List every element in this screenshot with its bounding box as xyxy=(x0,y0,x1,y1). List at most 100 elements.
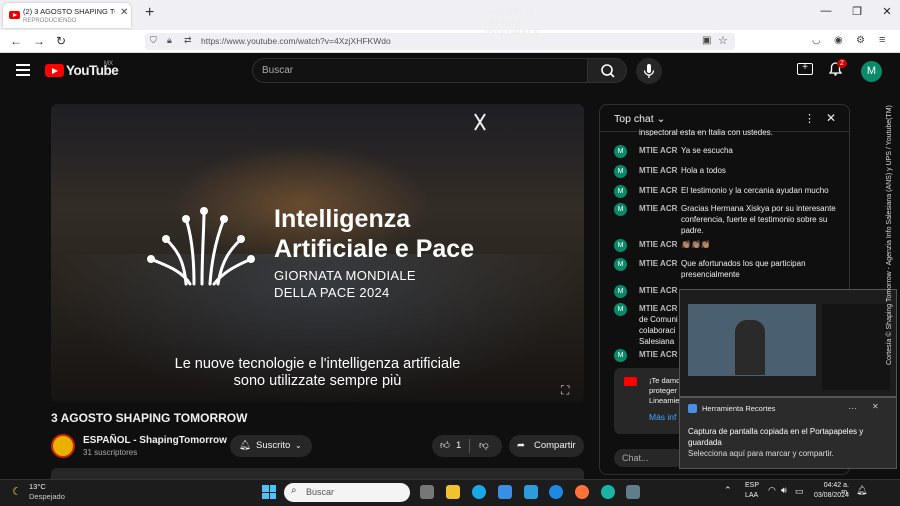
notification-center-icon[interactable]: 🔔︎ xyxy=(856,485,867,496)
browser-menu-icon[interactable]: ≡ xyxy=(879,34,885,46)
author-avatar: M xyxy=(614,165,627,178)
reload-icon[interactable]: ↻ xyxy=(56,34,66,48)
wifi-icon[interactable]: ◠ xyxy=(768,485,776,496)
thumbnail-chat xyxy=(822,304,890,390)
snip-notification[interactable]: Herramienta Recortes … ✕ Captura de pant… xyxy=(679,397,897,469)
more-options-icon[interactable]: … xyxy=(848,401,857,411)
tab-subtitle: REPRODUCIENDO xyxy=(23,18,77,24)
windows-start-icon[interactable] xyxy=(262,485,276,499)
like-dislike-group[interactable]: 👍︎ 1 👎︎ xyxy=(432,435,502,457)
weather-condition[interactable]: Despejado xyxy=(29,492,65,501)
share-button[interactable]: ➦ Compartir xyxy=(509,435,584,457)
video-heading-line-1: Intelligenza xyxy=(274,205,411,233)
search-icon xyxy=(601,64,615,78)
author-avatar: M xyxy=(614,303,627,316)
globe-app-icon[interactable] xyxy=(601,485,615,499)
author-avatar: M xyxy=(614,145,627,158)
store-icon[interactable] xyxy=(498,485,512,499)
youtube-icon xyxy=(624,377,637,386)
reader-view-icon[interactable]: ▣ xyxy=(702,35,711,46)
author-name: MTIE ACR xyxy=(639,350,678,359)
video-caption-line-2: sono utilizzate sempre più xyxy=(233,373,402,389)
clock-date[interactable]: 03/08/2024 xyxy=(811,492,849,499)
circuit-hands-logo-icon xyxy=(147,207,255,286)
more-options-icon[interactable]: ⋮ xyxy=(804,112,815,125)
share-arrow-icon: ➦ xyxy=(517,440,525,451)
user-avatar[interactable]: M xyxy=(861,61,882,82)
screenshot-thumbnail[interactable] xyxy=(679,289,897,397)
pinned-line-3: Lineamie xyxy=(649,396,680,405)
forward-icon[interactable]: → xyxy=(33,34,45,48)
keys-emblem-icon xyxy=(474,113,486,131)
thumbs-up-icon[interactable]: 👍︎ xyxy=(440,435,450,457)
author-avatar: M xyxy=(614,185,627,198)
close-chat-icon[interactable]: ✕ xyxy=(826,111,836,125)
chat-input[interactable]: Chat... xyxy=(614,449,684,467)
language-line-1[interactable]: ESP xyxy=(745,482,759,489)
author-name: MTIE ACR xyxy=(639,240,678,249)
author-avatar: M xyxy=(614,349,627,362)
extensions-icon[interactable]: ⚙ xyxy=(856,35,865,46)
search-button[interactable] xyxy=(587,58,627,83)
voice-search-button[interactable] xyxy=(636,58,662,84)
channel-name[interactable]: ESPAÑOL - ShapingTomorrow xyxy=(83,435,227,446)
browser-tab[interactable]: (2) 3 AGOSTO SHAPING TOMORROW REPRODUCIE… xyxy=(3,3,131,28)
temperature[interactable]: 13°C xyxy=(29,482,46,491)
lock-icon[interactable]: 🔒︎ xyxy=(167,35,172,46)
file-explorer-icon[interactable] xyxy=(446,485,460,499)
close-tab-icon[interactable]: ✕ xyxy=(120,7,128,18)
channel-avatar[interactable] xyxy=(51,434,75,458)
subscriber-count: 31 suscriptores xyxy=(83,448,138,457)
tab-title: (2) 3 AGOSTO SHAPING TOMORROW xyxy=(23,7,115,16)
shield-icon[interactable]: ⛉ xyxy=(150,35,157,46)
close-notification-icon[interactable]: ✕ xyxy=(872,402,879,411)
url-text[interactable]: https://www.youtube.com/watch?v=4XzjXHFK… xyxy=(201,36,391,46)
hamburger-menu-icon[interactable] xyxy=(16,64,30,76)
pinned-message[interactable]: ¡Te damo proteger Lineamie Más inf xyxy=(614,368,686,434)
author-avatar: M xyxy=(614,239,627,252)
snip-app-name: Herramienta Recortes xyxy=(702,404,776,413)
author-name: MTIE ACR xyxy=(639,304,678,313)
youtube-logo-icon[interactable] xyxy=(45,64,64,77)
search-icon: ⌕ xyxy=(291,485,297,496)
battery-icon[interactable]: ▭ xyxy=(795,486,804,497)
language-line-2[interactable]: LAA xyxy=(745,492,758,499)
search-input[interactable] xyxy=(252,58,588,83)
create-video-icon[interactable]: + xyxy=(797,63,813,75)
author-name: MTIE ACR xyxy=(639,146,678,155)
chevron-down-icon: ⌄ xyxy=(295,441,302,450)
subscribe-button[interactable]: 🔔︎ Suscrito ⌄ xyxy=(230,435,312,457)
chat-mode-dropdown[interactable]: Top chat ⌄ xyxy=(614,113,665,125)
video-subheading-line-1: GIORNATA MONDIALE xyxy=(274,268,416,283)
chat-mode-label: Top chat xyxy=(614,113,654,125)
taskbar-search[interactable]: Buscar xyxy=(284,483,410,502)
new-tab-icon[interactable]: + xyxy=(145,4,154,22)
restore-icon[interactable]: ❐ xyxy=(849,5,865,18)
chevron-up-icon[interactable]: ⌃ xyxy=(724,485,732,496)
minimize-icon[interactable]: — xyxy=(818,5,834,17)
bookmark-star-icon[interactable]: ☆ xyxy=(718,34,728,47)
thumbnail-speaker xyxy=(735,320,765,375)
app-icon[interactable] xyxy=(524,485,538,499)
search-placeholder: Buscar xyxy=(262,65,294,76)
message-text: Hola a todos xyxy=(681,166,726,175)
more-info-link[interactable]: Más inf xyxy=(649,412,676,422)
volume-icon[interactable]: 🔊︎ xyxy=(781,485,787,496)
youtube-favicon-icon xyxy=(9,11,20,19)
task-view-icon[interactable] xyxy=(420,485,434,499)
firefox-icon[interactable] xyxy=(575,485,589,499)
microphone-icon xyxy=(643,64,655,78)
back-icon[interactable]: ← xyxy=(10,34,22,48)
account-icon[interactable]: ◉ xyxy=(834,35,843,46)
permissions-icon[interactable]: ⇄ xyxy=(184,35,192,46)
browser-tab-bar xyxy=(0,0,900,30)
close-window-icon[interactable]: ✕ xyxy=(879,5,895,18)
video-brand: SVILUPPO UMANO INTEGRALE xyxy=(485,8,540,38)
browser-icon[interactable] xyxy=(549,485,563,499)
moon-weather-icon[interactable]: ☾ xyxy=(12,485,22,498)
snipping-app-icon[interactable] xyxy=(626,485,640,499)
edge-icon[interactable] xyxy=(472,485,486,499)
pocket-icon[interactable]: ◡ xyxy=(812,35,821,46)
fullscreen-icon[interactable]: ⛶ xyxy=(561,383,569,398)
thumbs-down-icon[interactable]: 👎︎ xyxy=(479,435,489,457)
